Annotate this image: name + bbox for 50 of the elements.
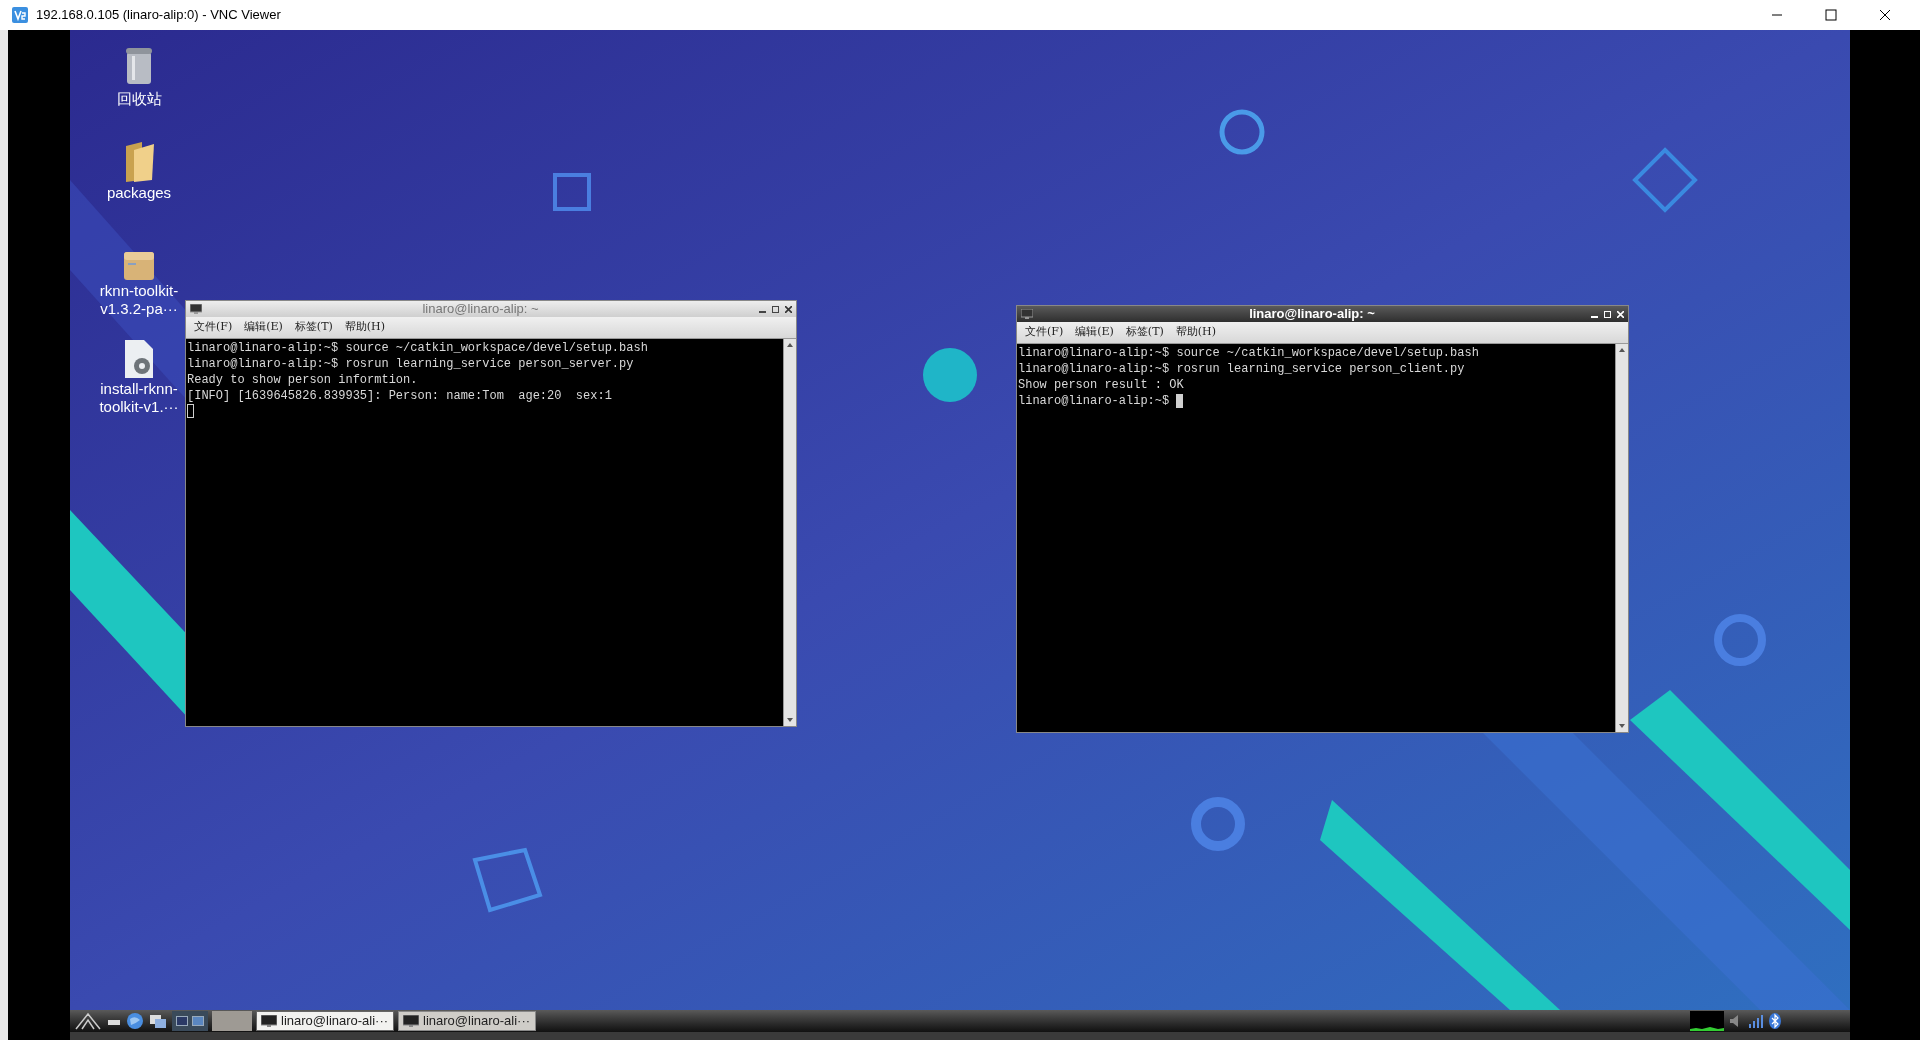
terminal-icon — [403, 1015, 419, 1027]
close-icon[interactable] — [785, 305, 792, 313]
icon-label: 回收站 — [116, 90, 162, 108]
bluetooth-icon[interactable] — [1768, 1012, 1782, 1030]
signal-icon[interactable] — [1748, 1012, 1764, 1030]
launcher-icon[interactable] — [74, 1012, 102, 1030]
menu-item[interactable]: 文件(F) — [1025, 324, 1064, 341]
terminal-line: Show person result : OK — [1018, 377, 1184, 393]
terminal-icon — [261, 1015, 277, 1027]
terminal-icon — [1021, 309, 1033, 319]
taskbar-button[interactable]: linaro@linaro-ali··· — [398, 1011, 536, 1031]
menu-item[interactable]: 标签(T) — [1125, 324, 1164, 341]
windows-icon[interactable] — [148, 1012, 168, 1030]
terminal-line: linaro@linaro-alip:~$ source ~/catkin_workspace/devel/setup.bash — [187, 340, 648, 356]
maximize-button[interactable] — [772, 305, 779, 313]
terminal-line: Ready to show person informtion. — [187, 372, 418, 388]
menu-item[interactable]: 编辑(E) — [1075, 324, 1114, 341]
window-title: 192.168.0.105 (linaro-alip:0) - VNC Viewer — [36, 6, 281, 25]
taskbar-button[interactable]: linaro@linaro-ali··· — [256, 1011, 394, 1031]
menu-item[interactable]: 标签(T) — [294, 319, 333, 336]
taskbar-spacer — [212, 1011, 252, 1031]
terminal-line: linaro@linaro-alip:~$ source ~/catkin_workspace/devel/setup.bash — [1018, 345, 1479, 361]
globe-icon[interactable] — [126, 1012, 144, 1030]
menu-item[interactable]: 文件(F) — [194, 319, 233, 336]
minimize-button[interactable] — [1591, 315, 1598, 318]
icon-label: install-rknn- — [100, 380, 178, 398]
icon-label: toolkit-v1.··· — [99, 398, 179, 416]
terminal-line: linaro@linaro-alip:~$ rosrun learning_service person_client.py — [1018, 361, 1465, 377]
workspace-switcher[interactable] — [172, 1011, 208, 1031]
menu-item[interactable]: 编辑(E) — [244, 319, 283, 336]
scrollbar[interactable] — [783, 339, 796, 726]
gear-document-icon — [122, 338, 156, 380]
icon-label: v1.3.2-pa··· — [100, 300, 178, 318]
workspace-icon[interactable] — [176, 1016, 188, 1026]
terminal-line: linaro@linaro-alip:~$ — [1018, 393, 1171, 409]
icon-label: rknn-toolkit- — [99, 282, 179, 300]
scrollbar[interactable] — [1615, 344, 1628, 732]
cpu-monitor-icon — [1690, 1011, 1724, 1031]
terminal-icon — [190, 304, 202, 314]
window-title: linaro@linaro-alip: ~ — [1248, 306, 1376, 322]
trash-can-icon — [124, 46, 154, 86]
terminal-line: [INFO] [1639645826.839935]: Person: name:Tom age:20 sex:1 — [187, 388, 612, 404]
icon-label: packages — [106, 184, 172, 202]
menu-item[interactable]: 帮助(H) — [344, 319, 385, 336]
minimize-button[interactable] — [759, 310, 766, 313]
window-title: linaro@linaro-alip: ~ — [421, 301, 540, 317]
app-icon — [12, 7, 28, 23]
terminal-line: linaro@linaro-alip:~$ rosrun learning_service person_server.py — [187, 356, 634, 372]
text-cursor — [1176, 394, 1184, 408]
menu-item[interactable]: 帮助(H) — [1175, 324, 1216, 341]
